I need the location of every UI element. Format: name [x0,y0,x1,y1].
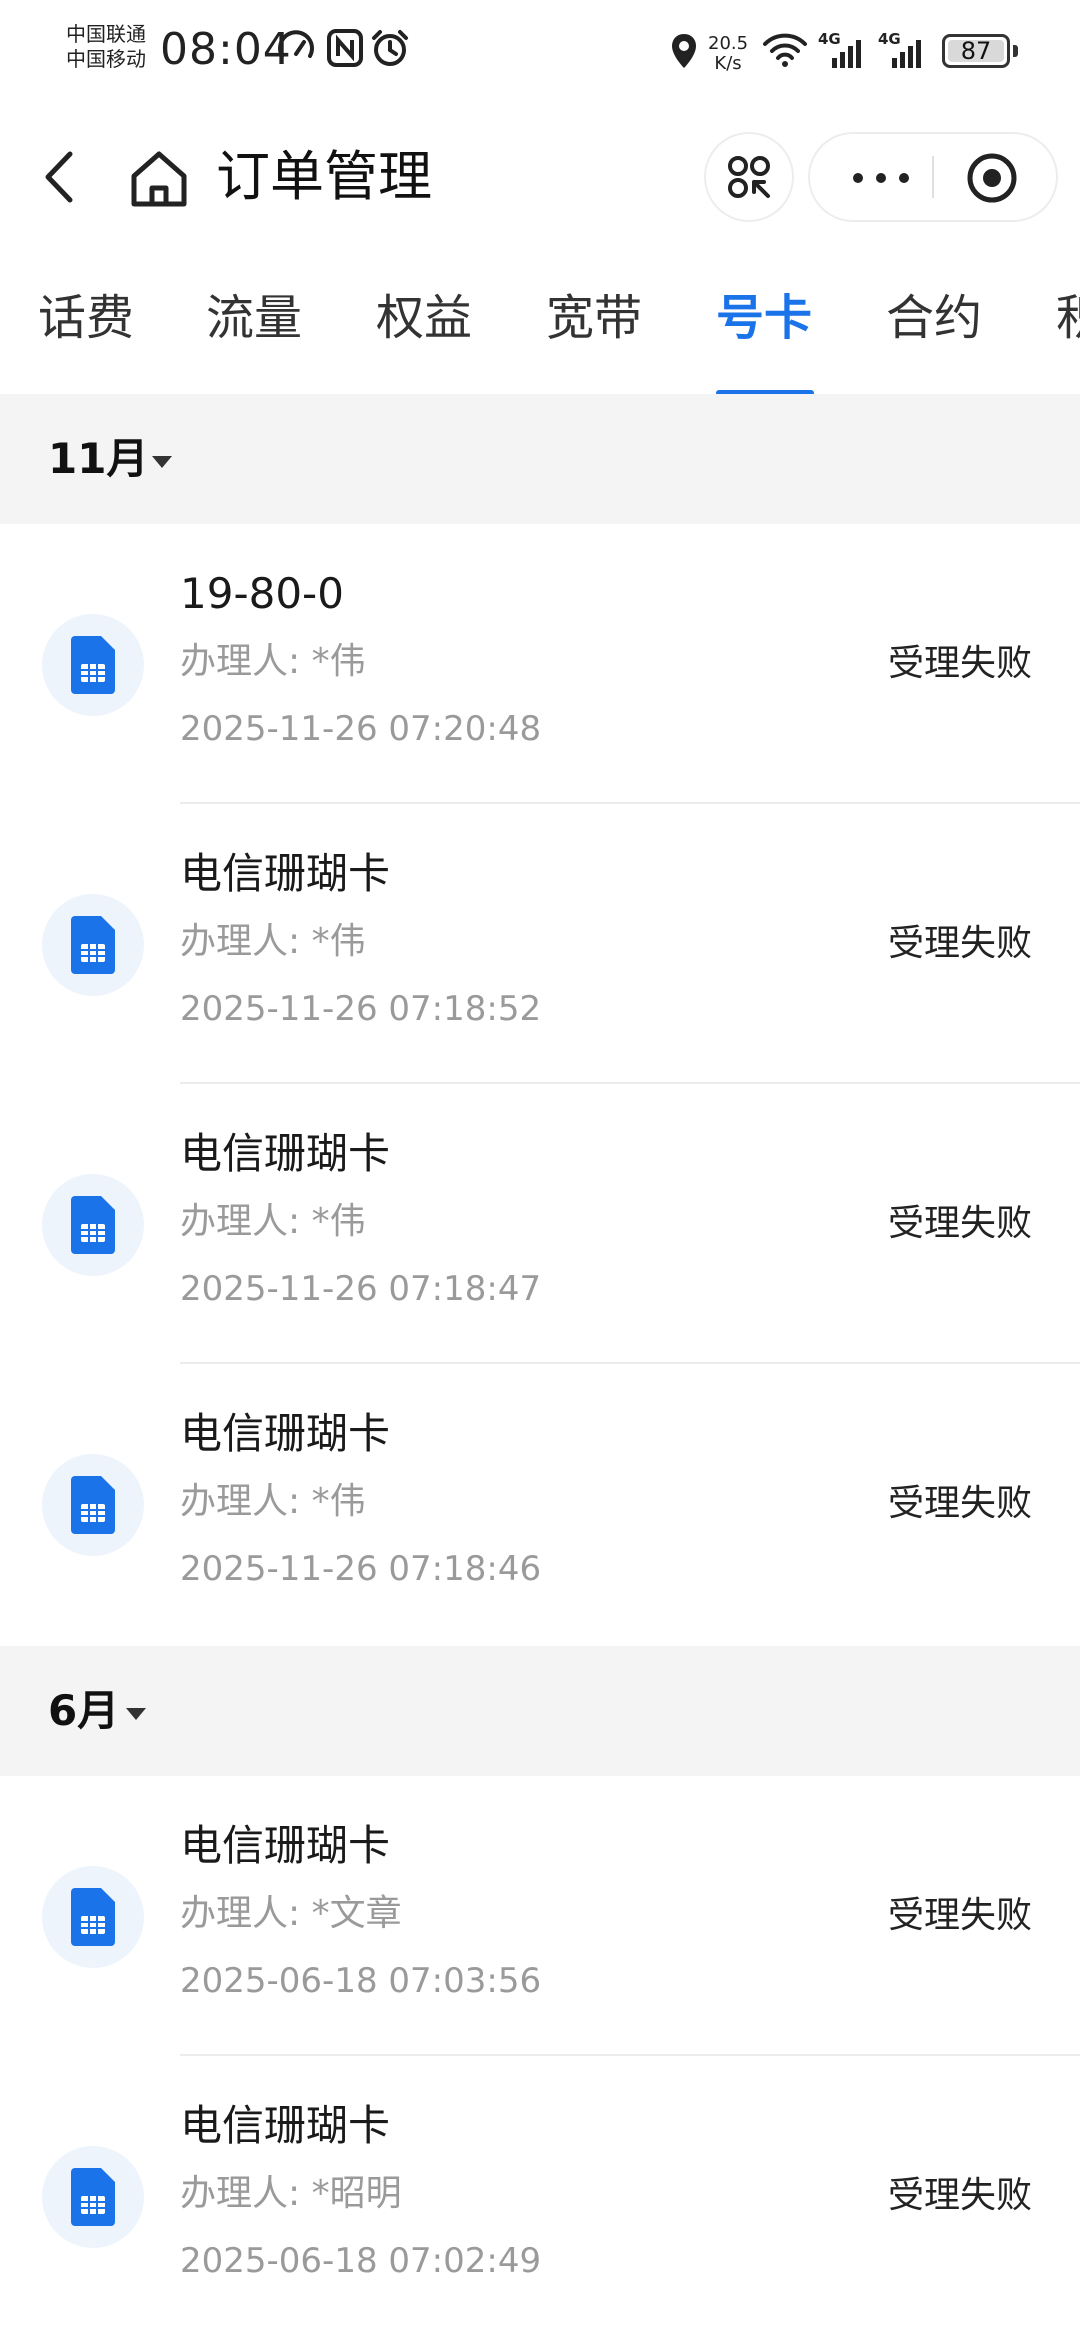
month-header[interactable]: 11月 [0,394,1080,524]
order-status: 受理失败 [887,1203,1032,1244]
nfc-icon [327,29,363,67]
order-name: 电信珊瑚卡 [180,1821,391,1870]
tab-broadband[interactable]: 宽带 [546,288,642,348]
status-bar: 中国联通 中国移动 08:04 20.5 K/s 4G 4G 87 [0,0,1080,100]
speed-unit: K/s [714,53,742,74]
order-handler: 办理人: *伟 [180,641,366,682]
mini-program-capsule [810,134,1056,220]
order-handler: 办理人: *文章 [180,1893,402,1934]
alarm-icon [372,30,408,66]
order-row[interactable]: 电信珊瑚卡 办理人: *伟 2025-11-26 07:18:46 受理失败 [0,1364,1080,1644]
tab-data[interactable]: 流量 [206,288,302,348]
order-status: 受理失败 [887,1895,1032,1936]
sim-card-icon [42,1866,144,1968]
order-name: 电信珊瑚卡 [180,1409,391,1458]
speed-value: 20.5 [708,33,749,54]
home-icon[interactable] [126,146,192,212]
tab-points[interactable]: 积 [1056,288,1080,348]
order-status: 受理失败 [887,643,1032,684]
more-icon[interactable] [846,158,916,198]
nav-bar: 订单管理 [0,120,1080,232]
order-time: 2025-11-26 07:18:47 [180,1269,542,1309]
page-title: 订单管理 [216,145,432,208]
order-status: 受理失败 [887,1483,1032,1524]
order-handler: 办理人: *伟 [180,1481,366,1522]
carrier-2: 中国移动 [66,47,146,71]
sim-card-icon [42,1174,144,1276]
order-name: 电信珊瑚卡 [180,2101,391,2150]
order-time: 2025-11-26 07:18:46 [180,1549,542,1589]
order-name: 19-80-0 [180,569,344,618]
order-handler: 办理人: *昭明 [180,2173,402,2214]
battery-level: 87 [960,37,992,65]
target-icon[interactable] [966,152,1018,204]
scan-icon [728,156,770,198]
battery-icon: 87 [942,34,1018,68]
order-name: 电信珊瑚卡 [180,849,391,898]
order-handler: 办理人: *伟 [180,921,366,962]
order-row[interactable]: 电信珊瑚卡 办理人: *昭明 2025-06-18 07:02:49 受理失败 [0,2056,1080,2336]
speedometer-icon [278,30,314,58]
capsule-divider [932,156,934,198]
caret-down-icon [152,456,172,468]
tab-contract[interactable]: 合约 [886,288,982,348]
category-tabs: 话费 流量 权益 宽带 号卡 合约 积 [0,270,1080,394]
month-header[interactable]: 6月 [0,1646,1080,1776]
caret-down-icon [126,1708,146,1720]
signal-icon [832,40,861,68]
order-time: 2025-11-26 07:18:52 [180,989,542,1029]
sim-card-icon [42,2146,144,2248]
order-handler: 办理人: *伟 [180,1201,366,1242]
month-label: 11月 [48,434,149,483]
sim-card-icon [42,614,144,716]
order-row[interactable]: 19-80-0 办理人: *伟 2025-11-26 07:20:48 受理失败 [0,524,1080,804]
tab-phone-bill[interactable]: 话费 [38,288,134,348]
scan-button[interactable] [706,134,792,220]
network-speed: 20.5 K/s [708,34,748,74]
tab-sim-card[interactable]: 号卡 [716,288,812,348]
sim-card-icon [42,894,144,996]
order-time: 2025-06-18 07:03:56 [180,1961,542,2001]
order-time: 2025-11-26 07:20:48 [180,709,542,749]
carrier-1: 中国联通 [66,22,146,46]
sim-card-icon [42,1454,144,1556]
tab-benefits[interactable]: 权益 [376,288,472,348]
order-status: 受理失败 [887,2175,1032,2216]
order-row[interactable]: 电信珊瑚卡 办理人: *伟 2025-11-26 07:18:52 受理失败 [0,804,1080,1084]
order-time: 2025-06-18 07:02:49 [180,2241,542,2281]
location-icon [672,34,696,68]
order-name: 电信珊瑚卡 [180,1129,391,1178]
order-row[interactable]: 电信珊瑚卡 办理人: *伟 2025-11-26 07:18:47 受理失败 [0,1084,1080,1364]
order-row[interactable]: 电信珊瑚卡 办理人: *文章 2025-06-18 07:03:56 受理失败 [0,1776,1080,2056]
signal-icon [892,40,921,68]
month-label: 6月 [48,1686,120,1735]
status-time: 08:04 [160,24,292,75]
carrier-labels: 中国联通 中国移动 [66,22,146,72]
wifi-icon [763,33,807,67]
order-status: 受理失败 [887,923,1032,964]
back-icon[interactable] [32,142,92,212]
